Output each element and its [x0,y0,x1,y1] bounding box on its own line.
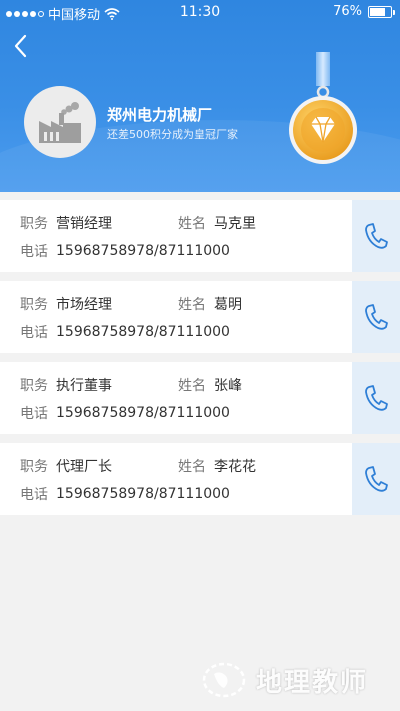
call-button[interactable] [352,200,400,272]
avatar [24,86,96,158]
name-value: 张峰 [214,378,242,394]
position-value: 营销经理 [56,216,112,232]
battery-icon [368,5,395,18]
name-label: 姓名 [178,459,206,475]
back-button[interactable] [10,32,34,60]
name-label: 姓名 [178,378,206,394]
medal[interactable] [286,52,360,168]
contact-card: 职务 营销经理 姓名 马克里 电话 15968758978/87111000 [0,200,400,272]
company-subtitle: 还差500积分成为皇冠厂家 [107,128,238,141]
watermark-text: 地理教师 [256,667,369,698]
position-row: 职务 代理厂长 [20,456,112,476]
phone-row: 电话 15968758978/87111000 [20,241,230,261]
company-name: 郑州电力机械厂 [107,106,213,124]
watermark: 地理教师 [200,660,368,700]
phone-icon [365,466,388,492]
phone-label: 电话 [20,406,48,422]
status-bar: 中国移动 11:30 76% [0,0,400,24]
phone-icon [365,385,388,411]
name-label: 姓名 [178,297,206,313]
phone-label: 电话 [20,487,48,503]
phone-value: 15968758978/87111000 [56,405,230,421]
phone-icon [365,223,388,249]
position-value: 市场经理 [56,297,112,313]
name-value: 李花花 [214,459,256,475]
phone-row: 电话 15968758978/87111000 [20,403,230,423]
battery-fill [370,7,386,16]
contact-card: 职务 市场经理 姓名 葛明 电话 15968758978/87111000 [0,281,400,353]
name-value: 葛明 [214,297,242,313]
phone-value: 15968758978/87111000 [56,243,230,259]
call-button[interactable] [352,443,400,515]
position-label: 职务 [20,297,48,313]
name-label: 姓名 [178,216,206,232]
position-label: 职务 [20,378,48,394]
call-button[interactable] [352,362,400,434]
header: 中国移动 11:30 76% 郑州电力机械厂 还差500积分成为皇冠厂家 [0,0,400,192]
position-row: 职务 营销经理 [20,213,112,233]
phone-row: 电话 15968758978/87111000 [20,484,230,504]
contact-card: 职务 执行董事 姓名 张峰 电话 15968758978/87111000 [0,362,400,434]
contact-list: 职务 营销经理 姓名 马克里 电话 15968758978/87111000 职… [0,200,400,524]
phone-label: 电话 [20,244,48,260]
chevron-left-icon [14,34,27,58]
call-button[interactable] [352,281,400,353]
status-right: 76% [333,4,395,19]
position-row: 职务 执行董事 [20,375,112,395]
position-value: 代理厂长 [56,459,112,475]
phone-icon [365,304,388,330]
globe-icon [202,662,246,698]
phone-value: 15968758978/87111000 [56,324,230,340]
position-label: 职务 [20,459,48,475]
position-value: 执行董事 [56,378,112,394]
name-value: 马克里 [214,216,256,232]
factory-icon [39,102,81,143]
position-label: 职务 [20,216,48,232]
phone-label: 电话 [20,325,48,341]
battery-percent: 76% [333,4,362,19]
position-row: 职务 市场经理 [20,294,112,314]
contact-card: 职务 代理厂长 姓名 李花花 电话 15968758978/87111000 [0,443,400,515]
phone-row: 电话 15968758978/87111000 [20,322,230,342]
diamond-medal-icon [289,52,357,164]
phone-value: 15968758978/87111000 [56,486,230,502]
